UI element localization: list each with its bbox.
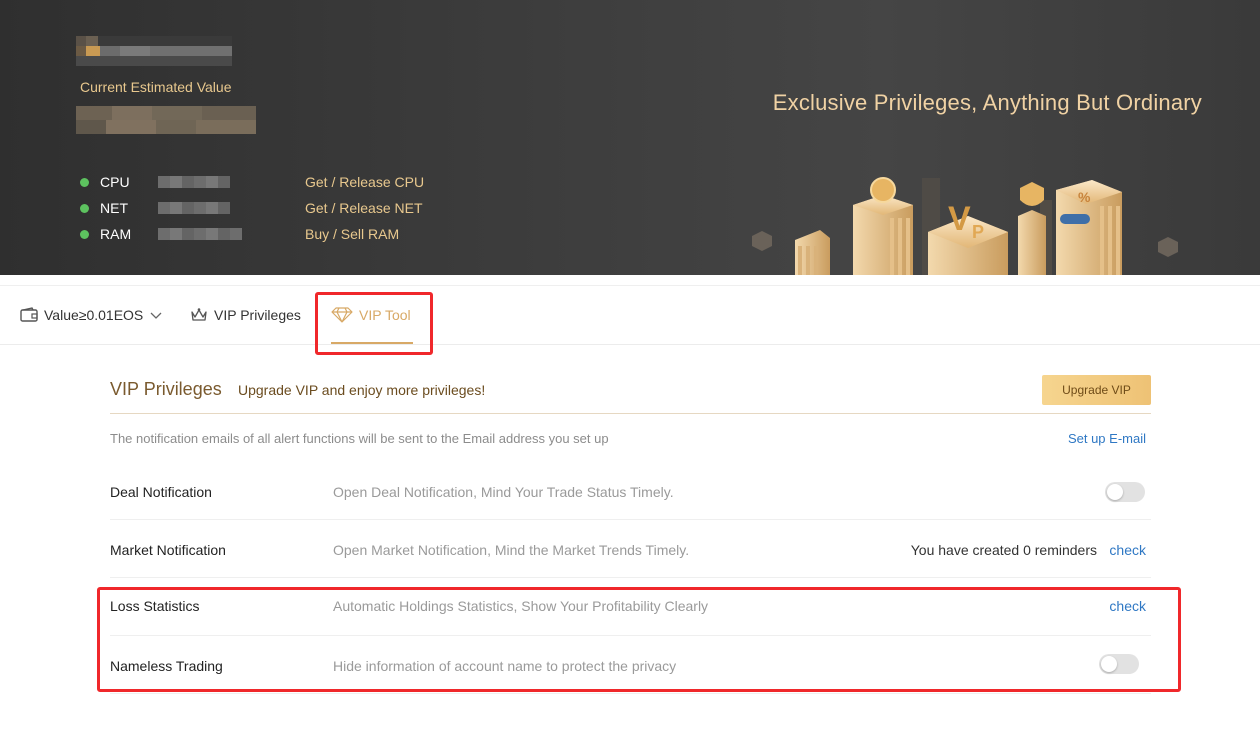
active-tab-indicator (331, 342, 413, 344)
account-hero-banner: Current Estimated Value CPU Get / Releas… (0, 0, 1260, 275)
resource-value-blurred (158, 176, 230, 188)
svg-text:V: V (948, 200, 971, 238)
feature-row-deal-notification: Deal Notification Open Deal Notification… (110, 462, 1151, 520)
tab-bar: Value≥0.01EOS VIP Privileges VIP Tool (0, 285, 1260, 345)
value-filter-label: Value≥0.01EOS (44, 307, 144, 323)
feature-row-loss-statistics: Loss Statistics Automatic Holdings Stati… (110, 578, 1151, 636)
tab-vip-privileges[interactable]: VIP Privileges (190, 286, 301, 344)
account-name-blurred (76, 36, 232, 66)
diamond-icon (331, 307, 353, 323)
feature-row-market-notification: Market Notification Open Market Notifica… (110, 520, 1151, 578)
vip-tool-panel: VIP Privileges Upgrade VIP and enjoy mor… (110, 362, 1151, 694)
feature-label: Loss Statistics (110, 598, 200, 614)
status-dot (80, 203, 89, 213)
status-dot (80, 177, 89, 187)
market-notification-check-link[interactable]: check (1109, 542, 1146, 558)
toggle-knob (1101, 656, 1117, 672)
nameless-trading-toggle[interactable] (1099, 654, 1139, 674)
feature-description: Open Market Notification, Mind the Marke… (333, 542, 690, 558)
resource-row-cpu: CPU (80, 173, 230, 191)
value-filter-dropdown[interactable]: Value≥0.01EOS (20, 286, 169, 344)
section-subtitle: Upgrade VIP and enjoy more privileges! (238, 382, 486, 398)
feature-label: Market Notification (110, 542, 226, 558)
resource-name: NET (100, 200, 128, 216)
upgrade-vip-button[interactable]: Upgrade VIP (1042, 375, 1151, 405)
email-notice: The notification emails of all alert fun… (110, 414, 1151, 462)
svg-text:P: P (972, 222, 984, 242)
reminder-count-text: You have created 0 reminders (910, 542, 1097, 558)
estimated-value-label: Current Estimated Value (80, 79, 232, 95)
resource-name: RAM (100, 226, 132, 242)
resource-row-net: NET (80, 199, 230, 217)
get-release-net-link[interactable]: Get / Release NET (305, 200, 423, 216)
tab-vip-tool[interactable]: VIP Tool (331, 286, 413, 344)
get-release-cpu-link[interactable]: Get / Release CPU (305, 174, 424, 190)
tab-label: VIP Privileges (214, 307, 301, 323)
loss-statistics-check-link[interactable]: check (1109, 598, 1146, 614)
setup-email-link[interactable]: Set up E-mail (1068, 431, 1146, 446)
resource-value-blurred (158, 202, 230, 214)
feature-label: Deal Notification (110, 484, 212, 500)
resource-value-blurred (158, 228, 242, 240)
vip-buildings-illustration: V P % (752, 177, 1178, 275)
status-dot (80, 229, 89, 239)
svg-text:%: % (1078, 189, 1091, 205)
section-title: VIP Privileges (110, 379, 222, 399)
crown-icon (191, 308, 207, 321)
resource-name: CPU (100, 174, 130, 190)
email-notice-text: The notification emails of all alert fun… (110, 431, 609, 446)
resource-row-ram: RAM (80, 225, 242, 243)
feature-description: Open Deal Notification, Mind Your Trade … (333, 484, 674, 500)
section-header: VIP Privileges Upgrade VIP and enjoy mor… (110, 362, 1151, 414)
estimated-value-blurred (76, 106, 256, 134)
toggle-knob (1107, 484, 1123, 500)
feature-description: Automatic Holdings Statistics, Show Your… (333, 598, 709, 614)
tab-label: VIP Tool (359, 307, 411, 323)
chevron-down-icon (150, 312, 162, 319)
buy-sell-ram-link[interactable]: Buy / Sell RAM (305, 226, 399, 242)
deal-notification-toggle[interactable] (1105, 482, 1145, 502)
feature-row-nameless-trading: Nameless Trading Hide information of acc… (110, 636, 1151, 694)
feature-description: Hide information of account name to prot… (333, 658, 677, 674)
feature-label: Nameless Trading (110, 658, 223, 674)
hero-tagline: Exclusive Privileges, Anything But Ordin… (772, 90, 1202, 115)
wallet-icon (20, 307, 38, 322)
